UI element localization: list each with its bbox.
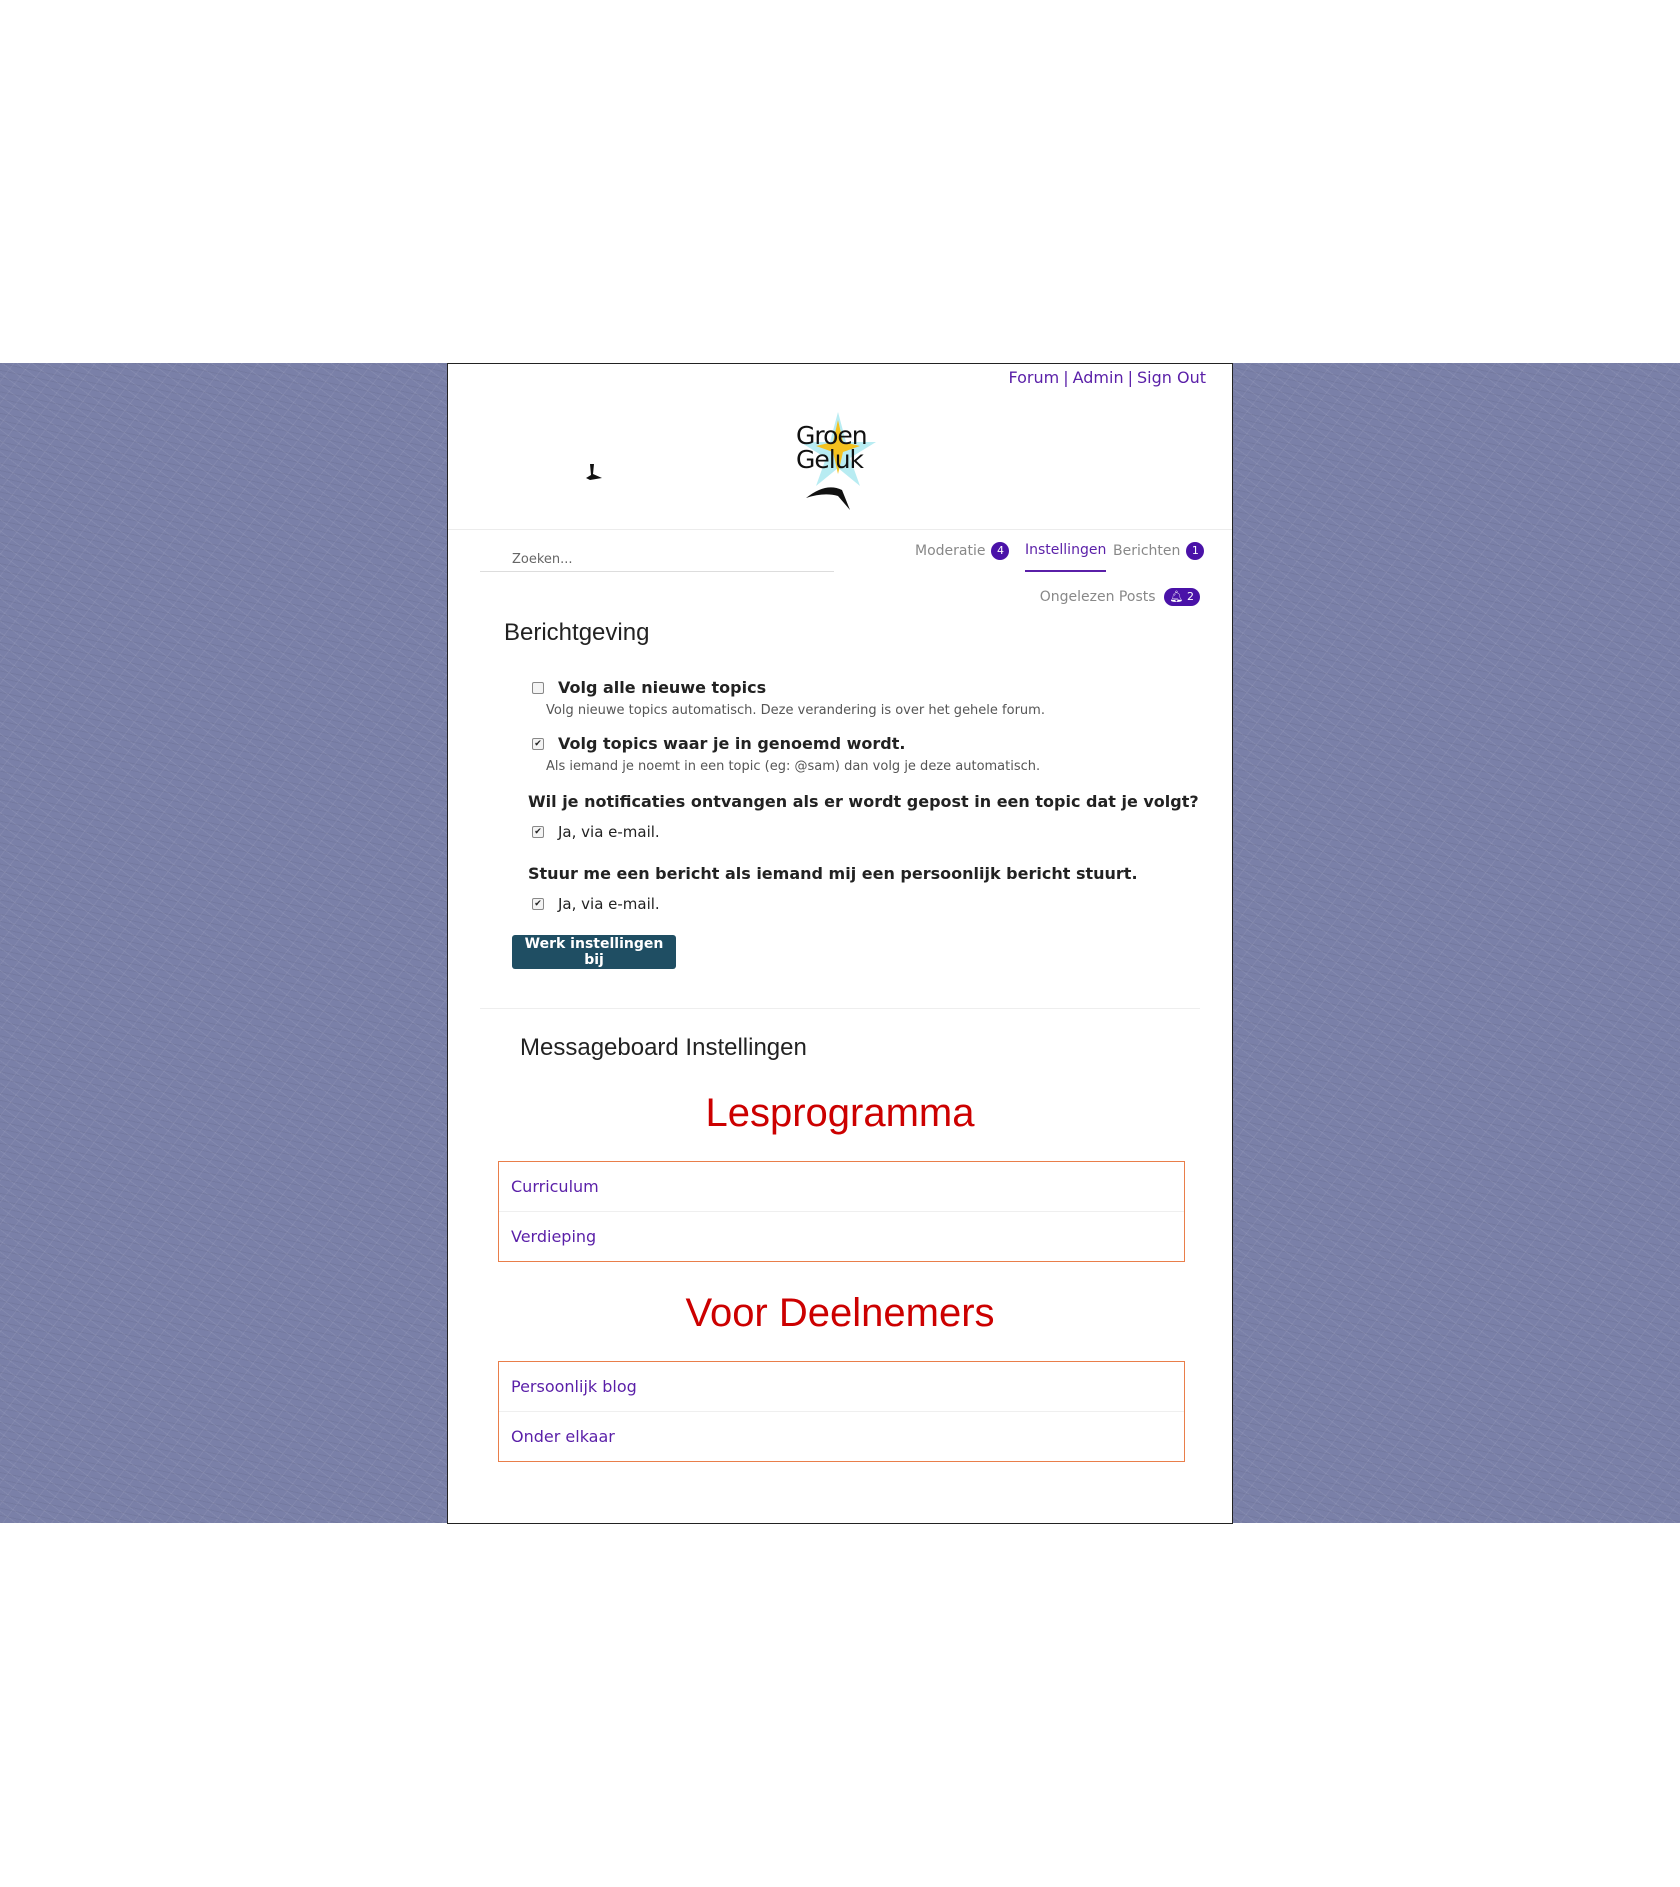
link-onder-elkaar[interactable]: Onder elkaar: [499, 1411, 1184, 1461]
main-panel: Forum | Admin | Sign Out Groen Geluk Zoeken.…: [447, 363, 1233, 1524]
divider: [480, 1008, 1200, 1009]
link-persoonlijk-blog[interactable]: Persoonlijk blog: [499, 1362, 1184, 1411]
site-header: Forum | Admin | Sign Out Groen Geluk: [448, 364, 1232, 530]
pm-email-checkbox[interactable]: ✔: [532, 898, 544, 910]
notifications-title: Berichtgeving: [504, 619, 650, 646]
site-logo[interactable]: Groen Geluk: [788, 402, 888, 512]
tab-instellingen[interactable]: Instellingen: [1025, 542, 1107, 572]
follow-all-option: Volg alle nieuwe topics Volg nieuwe topi…: [532, 678, 1152, 718]
follow-mentions-checkbox[interactable]: ✔: [532, 738, 544, 750]
admin-link[interactable]: Admin: [1073, 368, 1124, 387]
topic-notification-question: Wil je notificaties ontvangen als er wor…: [528, 792, 1199, 811]
link-verdieping[interactable]: Verdieping: [499, 1211, 1184, 1261]
moderatie-count-badge: 4: [991, 542, 1010, 560]
bell-icon: 🔔︎: [1169, 590, 1184, 603]
voor-deelnemers-links: Persoonlijk blog Onder elkaar: [498, 1361, 1185, 1462]
link-curriculum[interactable]: Curriculum: [499, 1162, 1184, 1211]
voor-deelnemers-heading: Voor Deelnemers: [685, 1291, 995, 1335]
follow-all-checkbox[interactable]: [532, 682, 544, 694]
sign-out-link[interactable]: Sign Out: [1137, 368, 1206, 387]
unread-posts-link[interactable]: Ongelezen Posts 🔔︎ 2: [1040, 588, 1200, 606]
topic-email-checkbox[interactable]: ✔: [532, 826, 544, 838]
bird-icon: [586, 464, 602, 480]
top-links: Forum | Admin | Sign Out: [1008, 368, 1206, 387]
pm-notification-question: Stuur me een bericht als iemand mij een …: [528, 864, 1138, 883]
forum-link[interactable]: Forum: [1008, 368, 1059, 387]
logo-text: Groen Geluk: [796, 421, 868, 474]
follow-mentions-option: ✔ Volg topics waar je in genoemd wordt. …: [532, 734, 1152, 774]
berichten-count-badge: 1: [1186, 542, 1205, 560]
pm-email-option: ✔ Ja, via e-mail.: [532, 894, 660, 913]
forum-nav: Zoeken... Moderatie 4 Instellingen Berich…: [448, 530, 1232, 625]
update-settings-button[interactable]: Werk instellingen bij: [512, 935, 676, 969]
topic-email-option: ✔ Ja, via e-mail.: [532, 822, 660, 841]
lesprogramma-heading: Lesprogramma: [705, 1091, 975, 1135]
search-input[interactable]: Zoeken...: [480, 552, 834, 572]
tab-moderatie[interactable]: Moderatie 4: [915, 542, 1010, 560]
tab-berichten[interactable]: Berichten 1: [1113, 542, 1205, 560]
messageboard-title: Messageboard Instellingen: [520, 1034, 807, 1061]
lesprogramma-links: Curriculum Verdieping: [498, 1161, 1185, 1262]
unread-badge: 🔔︎ 2: [1163, 588, 1200, 606]
